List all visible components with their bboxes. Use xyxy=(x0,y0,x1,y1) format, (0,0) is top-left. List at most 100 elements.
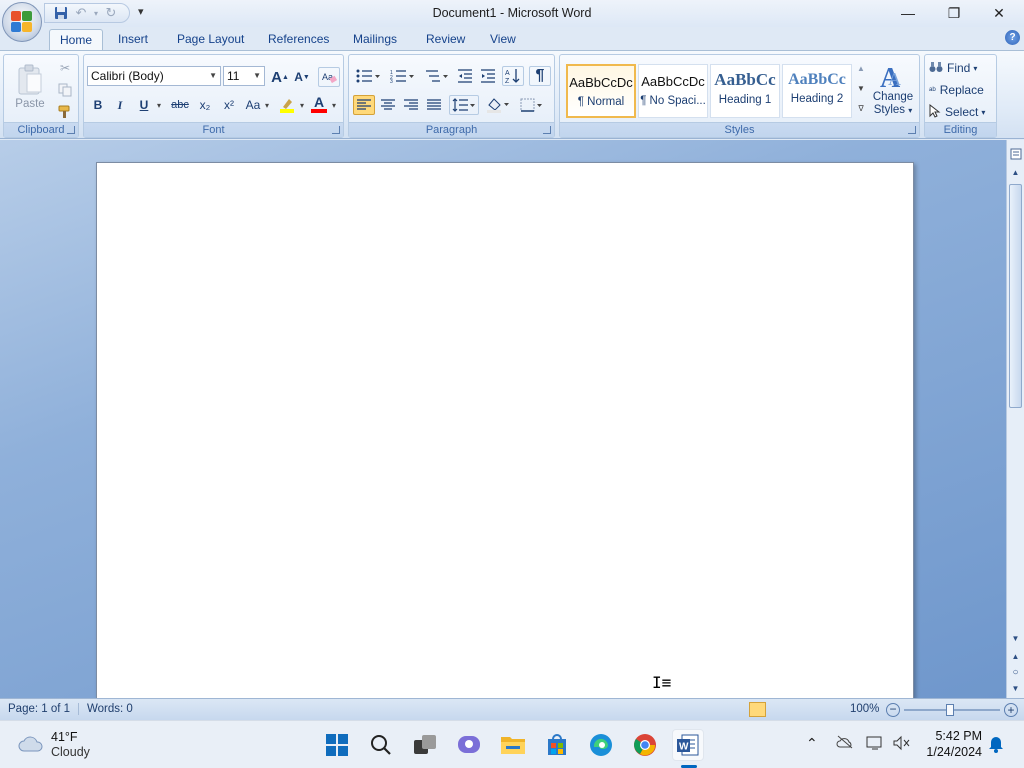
web-layout-icon[interactable] xyxy=(785,702,802,717)
shading-button[interactable] xyxy=(483,95,513,115)
volume-muted-icon[interactable] xyxy=(892,735,910,754)
help-icon[interactable]: ? xyxy=(1005,30,1020,45)
select-browse-object-icon[interactable]: ○ xyxy=(1007,664,1024,680)
tab-insert[interactable]: Insert xyxy=(108,29,158,50)
office-button[interactable] xyxy=(2,2,42,42)
tab-home[interactable]: Home xyxy=(49,29,104,50)
maximize-button[interactable]: ❐ xyxy=(931,0,977,26)
align-center-button[interactable] xyxy=(377,95,399,115)
customize-qat-icon[interactable]: ▾ xyxy=(138,5,144,18)
notifications-bell-icon[interactable] xyxy=(988,735,1004,756)
change-case-dropdown-icon[interactable]: ▾ xyxy=(263,95,271,115)
bold-button[interactable]: B xyxy=(88,95,108,115)
redo-icon[interactable]: ↻ xyxy=(103,5,119,21)
font-color-dropdown-icon[interactable]: ▾ xyxy=(330,95,338,115)
chat-icon[interactable] xyxy=(453,729,485,761)
styles-more-icon[interactable]: ∇ xyxy=(855,99,867,117)
view-ruler-icon[interactable] xyxy=(1007,146,1024,162)
show-hidden-icons-icon[interactable]: ⌃ xyxy=(806,735,818,752)
start-icon[interactable] xyxy=(321,729,353,761)
copy-icon[interactable] xyxy=(56,81,74,99)
multilevel-list-button[interactable] xyxy=(421,66,451,86)
line-spacing-button[interactable] xyxy=(449,95,479,115)
document-page[interactable] xyxy=(96,162,914,698)
tab-references[interactable]: References xyxy=(258,29,339,50)
full-screen-reading-icon[interactable] xyxy=(767,702,784,717)
italic-button[interactable]: I xyxy=(110,95,130,115)
change-styles-button[interactable]: AA Change Styles ▾ xyxy=(870,57,916,121)
system-clock[interactable]: 5:42 PM 1/24/2024 xyxy=(926,728,982,760)
network-icon[interactable] xyxy=(866,735,884,754)
close-button[interactable]: ✕ xyxy=(976,0,1022,26)
paste-button[interactable]: Paste xyxy=(8,57,52,117)
undo-icon[interactable]: ↶ xyxy=(73,5,89,21)
clear-formatting-button[interactable]: Aa xyxy=(318,67,340,87)
font-name-combo[interactable]: Calibri (Body) ▼ xyxy=(87,66,221,86)
borders-button[interactable] xyxy=(517,95,547,115)
word-count[interactable]: Words: 0 xyxy=(78,703,133,715)
previous-page-icon[interactable]: ▲ xyxy=(1007,648,1024,664)
zoom-slider-thumb[interactable] xyxy=(946,704,954,716)
underline-button[interactable]: U xyxy=(134,95,154,115)
style-no-spacing[interactable]: AaBbCcDc ¶ No Spaci... xyxy=(638,64,708,118)
styles-scroll-up-icon[interactable]: ▲ xyxy=(855,59,867,77)
underline-dropdown-icon[interactable]: ▾ xyxy=(154,95,164,115)
scrollbar-thumb[interactable] xyxy=(1009,184,1022,408)
font-color-button[interactable]: A xyxy=(308,93,330,115)
minimize-button[interactable]: — xyxy=(885,0,931,26)
numbering-button[interactable]: 123 xyxy=(387,66,417,86)
zoom-out-icon[interactable]: − xyxy=(886,703,900,717)
highlight-dropdown-icon[interactable]: ▾ xyxy=(298,95,306,115)
undo-dropdown-icon[interactable]: ▾ xyxy=(93,5,99,21)
align-left-button[interactable] xyxy=(353,95,375,115)
page-count[interactable]: Page: 1 of 1 xyxy=(8,703,70,715)
highlight-button[interactable] xyxy=(276,95,298,115)
align-right-button[interactable] xyxy=(400,95,422,115)
styles-launcher-icon[interactable] xyxy=(908,126,916,134)
scroll-up-icon[interactable]: ▲ xyxy=(1007,164,1024,180)
vertical-scrollbar[interactable]: ▲ ▼ ▲ ○ ▼ xyxy=(1006,140,1024,698)
grow-font-button[interactable]: A ▲ xyxy=(270,67,290,87)
tab-page-layout[interactable]: Page Layout xyxy=(167,29,254,50)
tab-review[interactable]: Review xyxy=(416,29,475,50)
subscript-button[interactable]: x₂ xyxy=(194,95,216,115)
outline-view-icon[interactable] xyxy=(803,702,820,717)
zoom-in-icon[interactable]: + xyxy=(1004,703,1018,717)
bullets-button[interactable] xyxy=(353,66,383,86)
show-formatting-marks-button[interactable]: ¶ xyxy=(529,66,551,86)
sort-button[interactable]: AZ xyxy=(502,66,524,86)
justify-button[interactable] xyxy=(423,95,445,115)
clipboard-launcher-icon[interactable] xyxy=(67,126,75,134)
edge-icon[interactable] xyxy=(585,729,617,761)
cut-icon[interactable]: ✂ xyxy=(56,59,74,77)
select-button[interactable]: Select ▾ xyxy=(929,103,995,121)
scroll-down-icon[interactable]: ▼ xyxy=(1007,630,1024,646)
increase-indent-button[interactable] xyxy=(478,66,498,86)
style-heading-2[interactable]: AaBbCc Heading 2 xyxy=(782,64,852,118)
next-page-icon[interactable]: ▼ xyxy=(1007,680,1024,696)
strikethrough-button[interactable]: abc xyxy=(168,95,192,115)
font-size-combo[interactable]: 11 ▼ xyxy=(223,66,265,86)
style-normal[interactable]: AaBbCcDc ¶ Normal xyxy=(566,64,636,118)
styles-scroll-down-icon[interactable]: ▼ xyxy=(855,79,867,97)
superscript-button[interactable]: x² xyxy=(218,95,240,115)
format-painter-icon[interactable] xyxy=(56,103,74,121)
tab-mailings[interactable]: Mailings xyxy=(343,29,407,50)
draft-view-icon[interactable] xyxy=(821,702,838,717)
style-heading-1[interactable]: AaBbCc Heading 1 xyxy=(710,64,780,118)
tab-view[interactable]: View xyxy=(480,29,526,50)
paragraph-launcher-icon[interactable] xyxy=(543,126,551,134)
onedrive-icon[interactable] xyxy=(836,735,854,752)
replace-button[interactable]: ᵃᵇ Replace xyxy=(929,81,995,99)
chrome-icon[interactable] xyxy=(629,729,661,761)
search-icon[interactable] xyxy=(365,729,397,761)
decrease-indent-button[interactable] xyxy=(455,66,475,86)
word-taskbar-icon[interactable]: W xyxy=(672,729,704,761)
file-explorer-icon[interactable] xyxy=(497,729,529,761)
change-case-button[interactable]: Aa xyxy=(242,95,264,115)
task-view-icon[interactable] xyxy=(409,729,441,761)
print-layout-icon[interactable] xyxy=(749,702,766,717)
shrink-font-button[interactable]: A ▼ xyxy=(292,67,312,87)
find-button[interactable]: Find ▾ xyxy=(929,59,995,77)
font-launcher-icon[interactable] xyxy=(332,126,340,134)
